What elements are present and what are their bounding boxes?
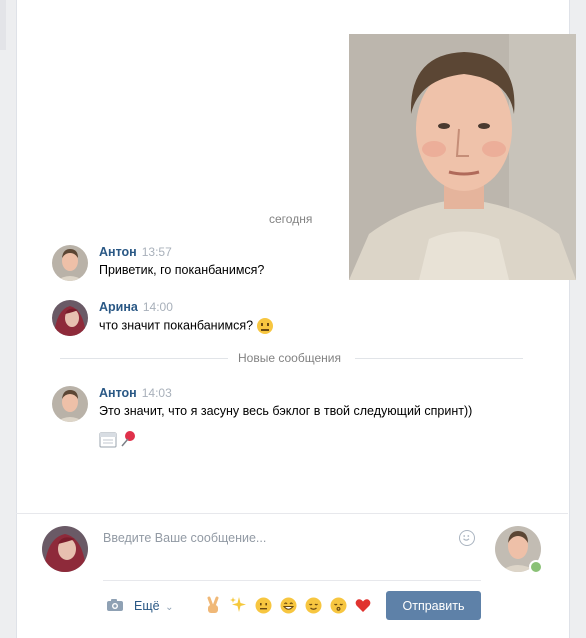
message-author-line: Антон 13:57 — [99, 245, 172, 259]
left-edge — [0, 0, 6, 50]
quick-emoji-strip — [204, 596, 372, 614]
sticker-row — [99, 430, 139, 451]
message-time[interactable]: 14:00 — [143, 300, 173, 314]
more-attachments-button[interactable]: Ещё ⌄ — [134, 599, 173, 613]
avatar[interactable] — [52, 245, 88, 281]
avatar[interactable] — [52, 300, 88, 336]
chevron-down-icon: ⌄ — [165, 602, 174, 613]
author-name[interactable]: Антон — [99, 245, 137, 259]
calendar-icon — [99, 432, 117, 448]
message-text: Это значит, что я засуну весь бэклог в т… — [99, 404, 473, 418]
author-name[interactable]: Антон — [99, 386, 137, 400]
date-divider: сегодня — [269, 212, 313, 226]
composer-separator — [16, 513, 568, 514]
online-status-indicator — [529, 560, 543, 574]
current-user-avatar[interactable] — [42, 526, 88, 572]
message-text-row: что значит поканбанимся? — [99, 318, 274, 334]
avatar[interactable] — [52, 386, 88, 422]
neutral-face-icon[interactable] — [254, 596, 272, 614]
grinning-face-icon[interactable] — [279, 596, 297, 614]
new-messages-label: Новые сообщения — [238, 351, 341, 365]
author-name[interactable]: Арина — [99, 300, 138, 314]
message-text: что значит поканбанимся? — [99, 318, 254, 333]
new-messages-divider: Новые сообщения — [60, 351, 523, 365]
message-author-line: Арина 14:00 — [99, 300, 173, 314]
heart-icon[interactable] — [354, 596, 372, 614]
divider-line — [60, 358, 228, 359]
pushpin-icon — [121, 431, 135, 447]
emoji-picker-icon[interactable] — [459, 530, 475, 546]
message-input[interactable]: Введите Ваше сообщение... — [103, 531, 453, 549]
kissing-face-icon[interactable] — [329, 596, 347, 614]
photo-image — [349, 34, 576, 280]
message-time[interactable]: 13:57 — [142, 245, 172, 259]
camera-icon[interactable] — [106, 598, 124, 615]
victory-hand-icon[interactable] — [204, 596, 222, 614]
neutral-face-icon — [257, 318, 274, 334]
sparkles-icon[interactable] — [229, 596, 247, 614]
message-time[interactable]: 14:03 — [142, 386, 172, 400]
photo-attachment[interactable] — [349, 34, 576, 280]
divider-line — [355, 358, 523, 359]
relieved-face-icon[interactable] — [304, 596, 322, 614]
send-button[interactable]: Отправить — [386, 591, 481, 620]
message-author-line: Антон 14:03 — [99, 386, 172, 400]
more-label: Ещё — [134, 599, 160, 613]
message-text: Приветик, го поканбанимся? — [99, 263, 265, 277]
input-underline — [103, 580, 481, 581]
